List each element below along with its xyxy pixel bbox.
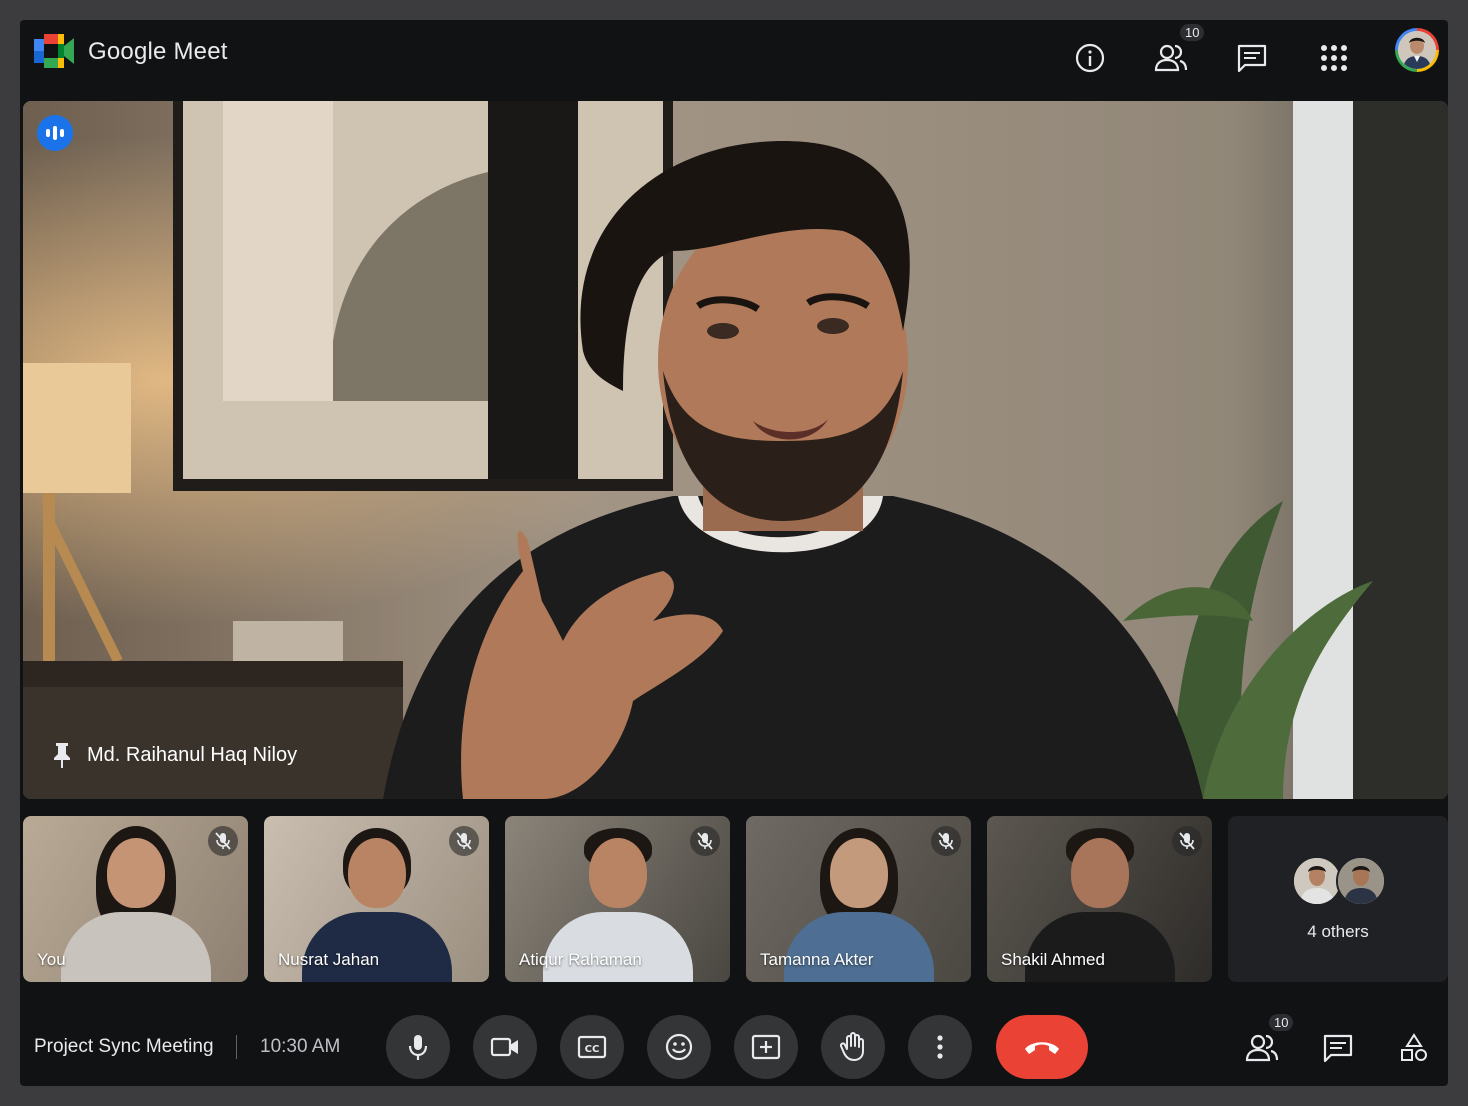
active-speaker-indicator xyxy=(37,115,73,151)
video-camera-icon xyxy=(490,1037,518,1057)
participant-name: Nusrat Jahan xyxy=(278,950,380,969)
participant-name: Shakil Ahmed xyxy=(1001,950,1105,969)
mic-off-icon xyxy=(1172,826,1202,856)
participant-name: Tamanna Akter xyxy=(760,950,874,969)
raise-hand-icon xyxy=(839,1032,864,1061)
mic-off-icon xyxy=(931,826,961,856)
chat-button[interactable] xyxy=(1230,36,1274,80)
participants-count-badge: 10 xyxy=(1269,1014,1294,1031)
people-icon xyxy=(1154,44,1188,72)
mic-off-icon xyxy=(690,826,720,856)
end-call-icon xyxy=(1025,1042,1059,1054)
meeting-title: Project Sync Meeting xyxy=(34,1036,214,1057)
others-count-label: 4 others xyxy=(1307,922,1369,941)
meet-window: Google Meet 10 Md. Raihanul Haq Niloy Yo… xyxy=(20,20,1448,1086)
captions-button[interactable]: CC xyxy=(560,1015,624,1079)
pin-icon[interactable] xyxy=(51,741,73,769)
others-avatar xyxy=(1336,856,1386,906)
info-icon xyxy=(1075,43,1105,73)
people-icon xyxy=(1245,1034,1279,1062)
app-title: Google Meet xyxy=(88,38,228,65)
reactions-button[interactable] xyxy=(647,1015,711,1079)
participant-tile[interactable]: Tamanna Akter xyxy=(746,816,971,982)
participant-tile[interactable]: Shakil Ahmed xyxy=(987,816,1212,982)
emoji-icon xyxy=(665,1033,693,1061)
meeting-time: 10:30 AM xyxy=(260,1036,341,1057)
participants-count-badge: 10 xyxy=(1180,24,1205,41)
others-tile[interactable]: 4 others xyxy=(1228,816,1448,982)
control-bar: Project Sync Meeting 10:30 AM CC 10 xyxy=(20,1010,1448,1086)
participant-name: Atiqur Rahaman xyxy=(519,950,642,969)
activities-shapes-icon xyxy=(1401,1033,1427,1061)
people-button[interactable] xyxy=(1149,36,1193,80)
more-options-button[interactable] xyxy=(908,1015,972,1079)
apps-button[interactable] xyxy=(1312,36,1356,80)
main-speaker-name: Md. Raihanul Haq Niloy xyxy=(87,743,298,766)
activities-button[interactable] xyxy=(1392,1026,1436,1070)
more-vertical-icon xyxy=(937,1035,943,1059)
chat-icon xyxy=(1323,1034,1353,1063)
main-speaker-label: Md. Raihanul Haq Niloy xyxy=(51,741,297,769)
main-speaker-video xyxy=(23,101,1448,799)
apps-grid-icon xyxy=(1321,45,1347,71)
participant-tile[interactable]: You xyxy=(23,816,248,982)
others-avatar xyxy=(1292,856,1342,906)
mic-off-icon xyxy=(449,826,479,856)
present-button[interactable] xyxy=(734,1015,798,1079)
chat-panel-button[interactable] xyxy=(1316,1026,1360,1070)
google-meet-logo xyxy=(34,34,74,68)
participant-name: You xyxy=(37,950,66,969)
participant-strip: You Nusrat Jahan Atiqur Rahaman Tamanna … xyxy=(23,816,1448,982)
account-avatar[interactable] xyxy=(1395,28,1439,72)
microphone-icon xyxy=(408,1035,428,1060)
main-video-feed[interactable]: Md. Raihanul Haq Niloy xyxy=(23,101,1448,799)
present-screen-icon xyxy=(751,1034,781,1060)
top-bar: Google Meet 10 xyxy=(20,20,1448,100)
participant-tile[interactable]: Atiqur Rahaman xyxy=(505,816,730,982)
camera-button[interactable] xyxy=(473,1015,537,1079)
user-photo xyxy=(1398,31,1436,69)
participant-tile[interactable]: Nusrat Jahan xyxy=(264,816,489,982)
chat-icon xyxy=(1237,44,1267,73)
svg-text:CC: CC xyxy=(585,1044,600,1055)
raise-hand-button[interactable] xyxy=(821,1015,885,1079)
meeting-info-button[interactable] xyxy=(1068,36,1112,80)
divider xyxy=(236,1035,237,1059)
closed-captions-icon: CC xyxy=(577,1035,607,1059)
mic-off-icon xyxy=(208,826,238,856)
leave-call-button[interactable] xyxy=(996,1015,1088,1079)
people-panel-button[interactable] xyxy=(1240,1026,1284,1070)
microphone-button[interactable] xyxy=(386,1015,450,1079)
